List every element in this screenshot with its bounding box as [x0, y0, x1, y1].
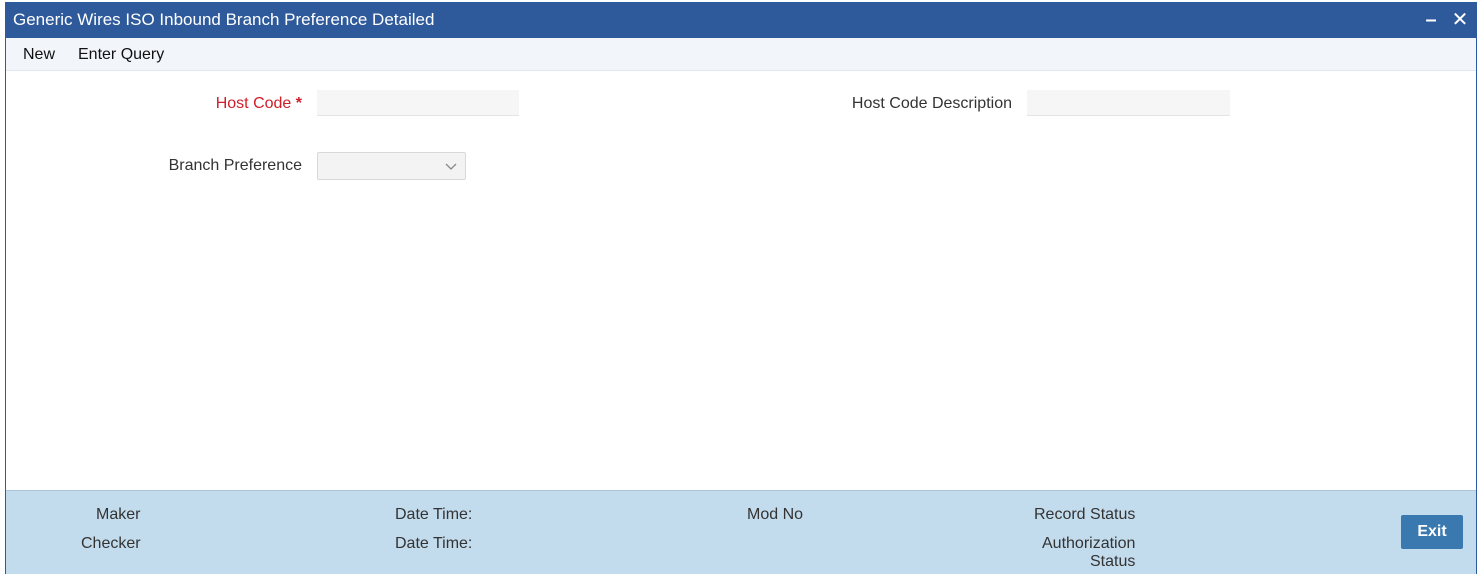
chevron-down-icon [445, 163, 457, 170]
host-code-label: Host Code * [215, 95, 302, 112]
host-code-input[interactable] [317, 90, 519, 116]
maker-date-time-label: Date Time: [395, 506, 473, 523]
title-bar: Generic Wires ISO Inbound Branch Prefere… [6, 3, 1476, 38]
window-title: Generic Wires ISO Inbound Branch Prefere… [13, 10, 435, 29]
maker-label: Maker [96, 506, 141, 523]
branch-preference-select[interactable] [317, 152, 466, 180]
authorization-status-label-line2: Status [1090, 553, 1136, 570]
required-marker: * [295, 95, 302, 112]
checker-date-time-label: Date Time: [395, 535, 473, 552]
checker-label: Checker [81, 535, 141, 552]
minimize-icon[interactable]: – [1421, 9, 1441, 31]
host-code-description-label: Host Code Description [851, 95, 1012, 112]
menu-item-new[interactable]: New [23, 46, 55, 64]
host-code-description-input[interactable] [1027, 90, 1230, 116]
menu-bar: New Enter Query [6, 38, 1476, 71]
branch-preference-label: Branch Preference [168, 157, 302, 174]
close-icon[interactable]: ✕ [1450, 9, 1470, 31]
mod-no-label: Mod No [747, 506, 804, 523]
authorization-status-label-line1: Authorization [1042, 535, 1136, 552]
window: Generic Wires ISO Inbound Branch Prefere… [5, 2, 1477, 574]
audit-footer: Maker Checker Date Time: Date Time: Mod … [6, 490, 1476, 574]
menu-item-enter-query[interactable]: Enter Query [78, 46, 164, 64]
exit-button[interactable]: Exit [1401, 515, 1463, 549]
record-status-label: Record Status [1034, 506, 1136, 523]
